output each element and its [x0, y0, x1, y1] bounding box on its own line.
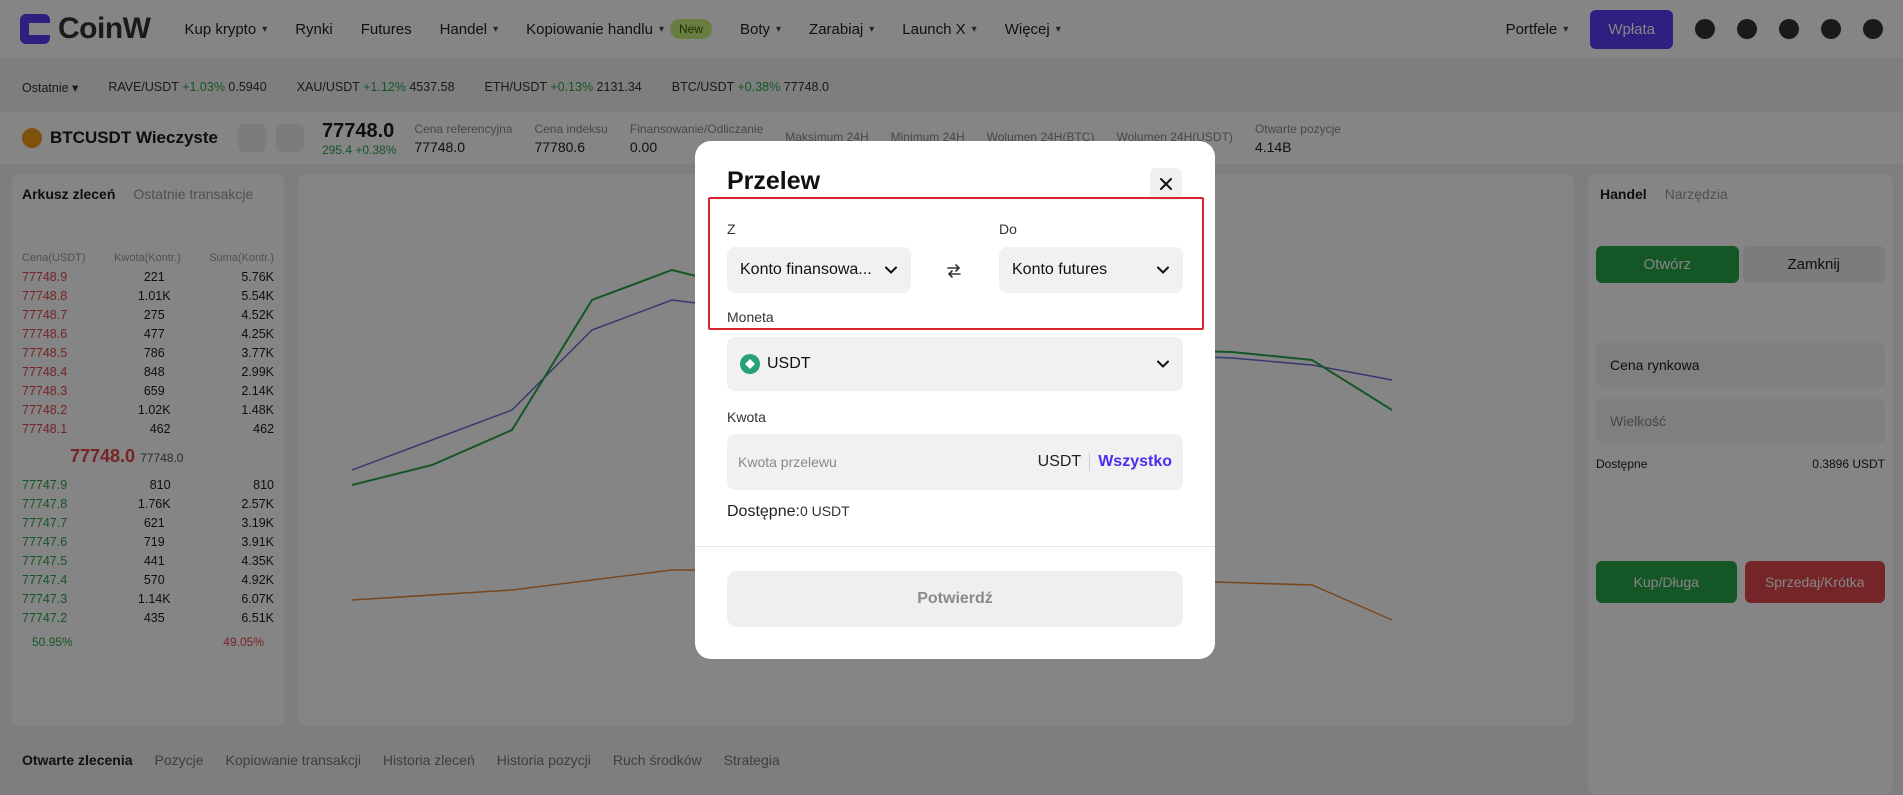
amount-unit: USDT	[1038, 453, 1091, 471]
to-label: Do	[999, 221, 1017, 237]
coin-label: Moneta	[727, 309, 774, 325]
all-button[interactable]: Wszystko	[1090, 453, 1172, 471]
from-label: Z	[727, 221, 736, 237]
transfer-modal: Przelew Z Konto finansowa... Do Konto fu…	[695, 141, 1215, 659]
to-account-value: Konto futures	[1012, 261, 1108, 278]
to-account-select[interactable]: Konto futures	[999, 247, 1183, 293]
from-account-value: Konto finansowa...	[740, 261, 872, 278]
swap-icon[interactable]	[945, 262, 963, 280]
amount-label: Kwota	[727, 409, 766, 425]
coin-value-wrap: USDT	[740, 354, 811, 374]
available-balance: Dostępne:0 USDT	[727, 503, 850, 521]
chevron-down-icon	[1157, 360, 1169, 368]
coin-value: USDT	[767, 355, 811, 372]
close-button[interactable]	[1150, 168, 1182, 200]
available-value: 0 USDT	[799, 503, 850, 519]
usdt-icon	[740, 354, 760, 374]
divider	[695, 546, 1215, 547]
available-label: Dostępne:	[727, 503, 800, 520]
amount-field: USDT Wszystko	[727, 434, 1183, 490]
confirm-button[interactable]: Potwierdź	[727, 571, 1183, 627]
modal-title: Przelew	[727, 167, 821, 195]
amount-input[interactable]	[738, 454, 1038, 470]
chevron-down-icon	[1157, 266, 1169, 274]
usdt-diamond-icon	[745, 359, 755, 369]
coin-select[interactable]: USDT	[727, 337, 1183, 391]
from-account-select[interactable]: Konto finansowa...	[727, 247, 911, 293]
chevron-down-icon	[885, 266, 897, 274]
close-icon	[1160, 178, 1172, 190]
